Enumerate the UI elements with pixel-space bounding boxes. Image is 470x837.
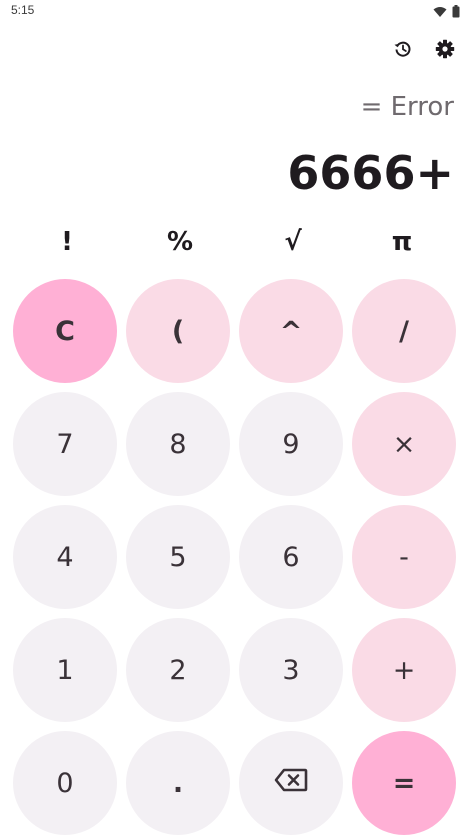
five-button[interactable]: 5 xyxy=(126,505,230,609)
zero-button[interactable]: 0 xyxy=(13,731,117,835)
status-time: 5:15 xyxy=(11,3,35,17)
eight-button[interactable]: 8 xyxy=(126,392,230,496)
status-bar: 5:15 xyxy=(0,0,470,22)
percent-button[interactable]: % xyxy=(130,220,230,264)
battery-icon xyxy=(452,3,460,22)
one-button[interactable]: 1 xyxy=(13,618,117,722)
scientific-row: ! % √ π xyxy=(0,220,470,264)
power-button[interactable]: ^ xyxy=(239,279,343,383)
expression-display: 6666+ xyxy=(287,146,454,200)
multiply-button[interactable]: × xyxy=(352,392,456,496)
divide-button[interactable]: / xyxy=(352,279,456,383)
seven-button[interactable]: 7 xyxy=(13,392,117,496)
nine-button[interactable]: 9 xyxy=(239,392,343,496)
history-icon[interactable] xyxy=(392,38,414,60)
backspace-icon xyxy=(274,768,308,799)
square-root-button[interactable]: √ xyxy=(243,220,343,264)
wifi-icon xyxy=(433,3,447,22)
decimal-button[interactable]: . xyxy=(126,731,230,835)
settings-icon[interactable] xyxy=(434,38,456,60)
six-button[interactable]: 6 xyxy=(239,505,343,609)
parenthesis-button[interactable]: ( xyxy=(126,279,230,383)
plus-button[interactable]: + xyxy=(352,618,456,722)
clear-button[interactable]: C xyxy=(13,279,117,383)
result-display: = Error xyxy=(360,92,454,122)
backspace-button[interactable] xyxy=(239,731,343,835)
equals-button[interactable]: = xyxy=(352,731,456,835)
minus-button[interactable]: - xyxy=(352,505,456,609)
two-button[interactable]: 2 xyxy=(126,618,230,722)
pi-button[interactable]: π xyxy=(352,220,452,264)
three-button[interactable]: 3 xyxy=(239,618,343,722)
factorial-button[interactable]: ! xyxy=(17,220,117,264)
top-actions xyxy=(392,38,456,60)
four-button[interactable]: 4 xyxy=(13,505,117,609)
status-icons xyxy=(433,3,460,22)
